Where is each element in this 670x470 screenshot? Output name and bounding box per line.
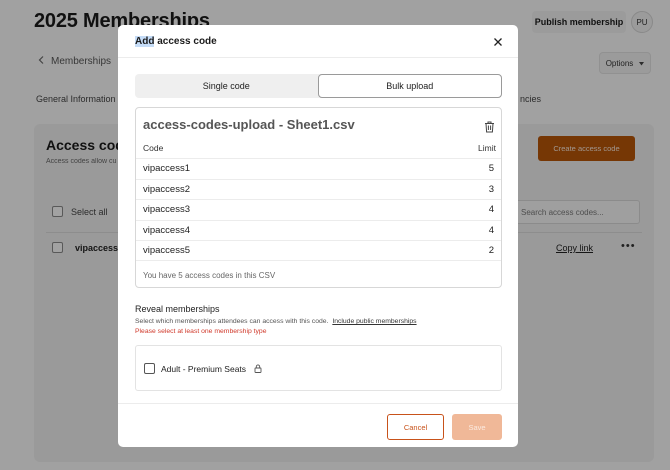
csv-row: vipaccess4 4 (136, 219, 501, 241)
reveal-memberships-description: Select which memberships attendees can a… (135, 318, 417, 325)
include-public-memberships-link[interactable]: Include public memberships (332, 318, 416, 325)
csv-code: vipaccess2 (143, 183, 190, 195)
reveal-description-text: Select which memberships attendees can a… (135, 318, 329, 325)
add-access-code-modal: Add access code Single code Bulk upload … (118, 25, 518, 447)
csv-limit: 4 (488, 204, 494, 216)
column-limit: Limit (478, 143, 496, 153)
cancel-button[interactable]: Cancel (387, 414, 444, 440)
csv-limit: 4 (488, 225, 494, 237)
csv-limit: 3 (488, 183, 494, 195)
lock-icon (254, 364, 262, 373)
csv-limit: 2 (488, 245, 494, 257)
csv-code: vipaccess5 (143, 245, 190, 257)
csv-code: vipaccess4 (143, 225, 190, 237)
modal-title-rest: access code (154, 36, 217, 47)
close-icon[interactable] (492, 35, 504, 47)
modal-title: Add access code (135, 36, 217, 47)
save-button[interactable]: Save (452, 414, 502, 440)
tab-single-code[interactable]: Single code (135, 74, 318, 98)
modal-footer: Cancel Save (118, 403, 518, 447)
membership-option-label: Adult - Premium Seats (161, 363, 247, 374)
membership-options: Adult - Premium Seats (135, 345, 502, 391)
modal-title-highlight: Add (135, 36, 155, 47)
trash-icon[interactable] (484, 120, 495, 133)
csv-row: vipaccess2 3 (136, 178, 501, 200)
csv-filename: access-codes-upload - Sheet1.csv (143, 117, 355, 132)
validation-error: Please select at least one membership ty… (135, 328, 267, 335)
csv-row: vipaccess1 5 (136, 158, 501, 179)
membership-option[interactable]: Adult - Premium Seats (144, 363, 262, 374)
code-type-toggle: Single code Bulk upload (135, 74, 502, 98)
csv-summary: You have 5 access codes in this CSV (143, 271, 276, 280)
modal-header: Add access code (118, 25, 518, 58)
csv-row: vipaccess3 4 (136, 199, 501, 220)
csv-code: vipaccess3 (143, 204, 190, 216)
csv-preview-panel: access-codes-upload - Sheet1.csv Code Li… (135, 107, 502, 288)
csv-limit: 5 (488, 163, 494, 175)
membership-checkbox[interactable] (144, 363, 155, 374)
csv-row: vipaccess5 2 (136, 240, 501, 261)
csv-header-row: Code Limit (143, 143, 496, 153)
csv-code: vipaccess1 (143, 163, 190, 175)
reveal-memberships-title: Reveal memberships (135, 304, 220, 314)
column-code: Code (143, 143, 164, 153)
tab-bulk-upload[interactable]: Bulk upload (317, 74, 502, 98)
csv-list: vipaccess1 5 vipaccess2 3 vipaccess3 4 vipa… (136, 158, 501, 261)
